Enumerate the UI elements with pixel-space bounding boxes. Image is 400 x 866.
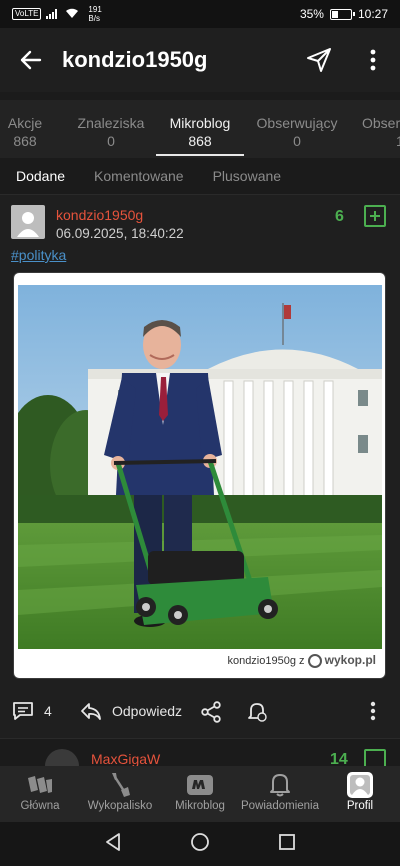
vote-count: 6	[335, 208, 344, 225]
tab-akcje[interactable]: Akcje 868	[0, 100, 56, 158]
tab-label: Znaleziska	[77, 115, 145, 131]
triangle-back-icon	[106, 832, 120, 851]
signal-icon	[46, 8, 60, 21]
nav-glowna[interactable]: Główna	[0, 766, 80, 822]
profile-tabs: Akcje 868 Znaleziska 0 Mikroblog 868 Obs…	[0, 100, 400, 158]
send-message-button[interactable]	[292, 28, 346, 92]
avatar[interactable]	[45, 749, 79, 766]
system-back-button[interactable]	[104, 832, 122, 857]
reply-button[interactable]: Odpowiedz	[80, 701, 182, 721]
battery-percent: 35%	[299, 7, 324, 21]
watermark-user: kondzio1950g	[227, 655, 296, 667]
subtab-plusowane[interactable]: Plusowane	[213, 168, 282, 184]
nav-label: Profil	[346, 800, 374, 812]
entry-date: 06.09.2025, 18:40:22	[56, 226, 184, 241]
avatar[interactable]	[11, 205, 45, 239]
profile-icon	[347, 772, 373, 798]
nav-wykopalisko[interactable]: Wykopalisko	[80, 766, 160, 822]
network-speed: 191 B/s	[88, 5, 101, 23]
entry-image-frame[interactable]: kondzio1950g z wykop.pl	[13, 272, 386, 679]
app-bar: kondzio1950g	[0, 28, 400, 92]
system-home-button[interactable]	[190, 832, 210, 857]
next-entry-votes: 14	[330, 751, 348, 766]
wifi-icon	[65, 8, 79, 21]
tab-mikroblog[interactable]: Mikroblog 868	[156, 100, 244, 158]
profile-title: kondzio1950g	[62, 47, 208, 72]
comments-button[interactable]: 4	[12, 701, 52, 721]
circle-home-icon	[191, 832, 209, 851]
tab-label: Mikroblog	[169, 115, 231, 131]
upvote-button[interactable]	[364, 205, 386, 227]
bottom-navigation: Główna Wykopalisko Mikroblog Powiadomien…	[0, 766, 400, 822]
entry-actions: 4 Odpowiedz	[0, 693, 400, 733]
nav-label: Mikroblog	[175, 800, 225, 812]
speed-value: 191	[88, 5, 102, 14]
upvote-button[interactable]	[364, 749, 386, 766]
bell-icon	[248, 703, 267, 722]
tab-count: 0	[293, 133, 301, 149]
wykop-logo-icon	[307, 654, 322, 669]
tab-label: Akcje	[7, 115, 43, 131]
more-vertical-icon	[370, 49, 376, 71]
microblog-entry: kondzio1950g 06.09.2025, 18:40:22 6 #pol…	[0, 194, 400, 738]
tab-count: 1	[396, 133, 400, 149]
back-button[interactable]	[0, 28, 62, 92]
entry-author[interactable]: kondzio1950g	[56, 207, 143, 223]
notify-button[interactable]	[246, 701, 268, 723]
nav-label: Główna	[20, 800, 60, 812]
comment-icon	[13, 702, 33, 720]
next-entry-author[interactable]: MaxGigaW	[91, 751, 160, 766]
battery-icon	[329, 8, 355, 20]
back-arrow-icon	[20, 50, 42, 70]
speed-unit: B/s	[88, 14, 100, 23]
tab-obserwujacy[interactable]: Obserwujący 0	[250, 100, 344, 158]
share-button[interactable]	[200, 701, 222, 723]
reply-label: Odpowiedz	[112, 703, 183, 719]
subtab-komentowane[interactable]: Komentowane	[94, 168, 184, 184]
watermark-z: z	[299, 655, 305, 667]
entry-more-button[interactable]	[370, 701, 376, 721]
status-bar: VoLTE 191 B/s 35% 10:27	[0, 0, 400, 28]
subtabs: Dodane Komentowane Plusowane	[0, 158, 400, 194]
next-entry[interactable]: MaxGigaW 14	[0, 738, 400, 766]
wykop-logo-icon	[28, 776, 52, 793]
subtab-dodane[interactable]: Dodane	[16, 168, 65, 184]
more-vertical-icon	[370, 701, 376, 721]
bell-icon	[270, 774, 290, 797]
tab-obserwowani[interactable]: Obser 1	[362, 100, 400, 158]
entry-tag[interactable]: #polityka	[11, 247, 66, 263]
tab-count: 868	[13, 133, 37, 149]
mikroblog-icon	[187, 775, 213, 795]
nav-profil[interactable]: Profil	[320, 766, 400, 822]
tab-znaleziska[interactable]: Znaleziska 0	[72, 100, 150, 158]
battery-level	[331, 10, 338, 18]
send-icon	[307, 48, 331, 72]
tab-label: Obserwujący	[256, 115, 338, 131]
square-recents-icon	[279, 833, 295, 850]
nav-label: Powiadomienia	[241, 800, 319, 812]
tab-count: 0	[107, 133, 115, 149]
photo-illustration	[18, 285, 382, 649]
shovel-icon	[112, 773, 130, 797]
system-navigation-bar	[0, 822, 400, 866]
default-avatar-icon	[11, 205, 45, 239]
entry-photo[interactable]	[18, 285, 382, 649]
more-options-button[interactable]	[346, 28, 400, 92]
volte-indicator: VoLTE	[12, 8, 42, 20]
image-watermark: kondzio1950g z wykop.pl	[18, 649, 382, 671]
nav-mikroblog[interactable]: Mikroblog	[160, 766, 240, 822]
watermark-site: wykop.pl	[324, 653, 376, 667]
tab-count: 868	[188, 133, 212, 149]
system-recents-button[interactable]	[278, 833, 296, 856]
tab-label: Obser	[362, 115, 400, 131]
clock: 10:27	[357, 7, 388, 21]
nav-powiadomienia[interactable]: Powiadomienia	[240, 766, 320, 822]
nav-label: Wykopalisko	[87, 800, 153, 812]
share-icon	[201, 701, 221, 723]
comments-count: 4	[44, 703, 52, 719]
reply-icon	[81, 703, 101, 720]
